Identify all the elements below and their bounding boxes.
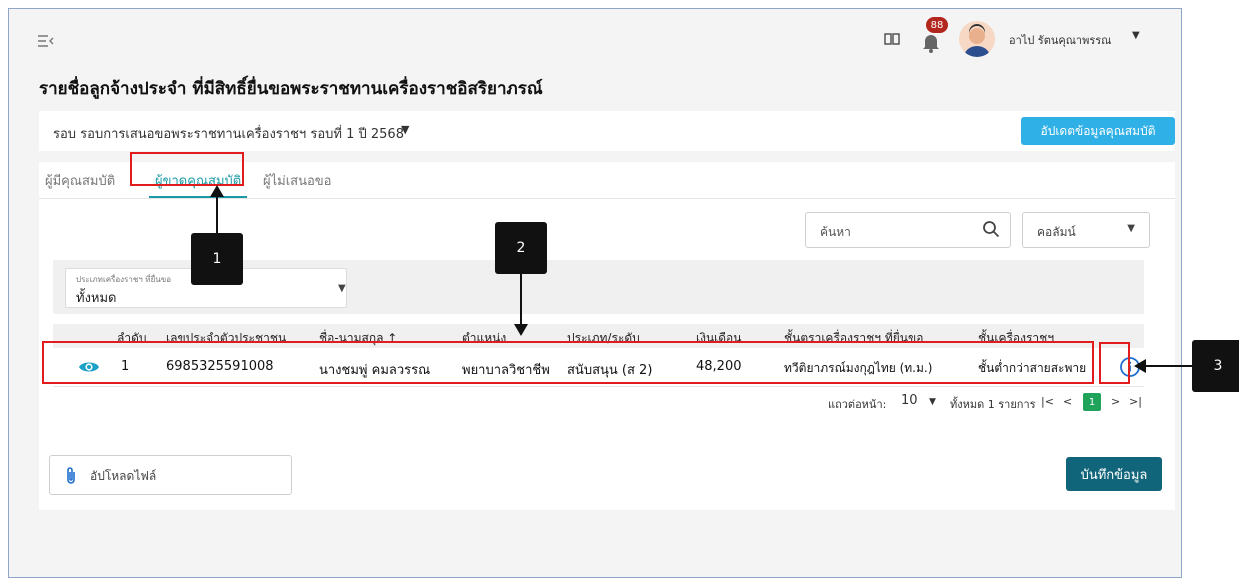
callout-1: 1 bbox=[191, 233, 243, 285]
callout-2: 2 bbox=[495, 222, 547, 274]
callout-3: 3 bbox=[1192, 340, 1239, 392]
annotation-arrows bbox=[210, 185, 1192, 373]
